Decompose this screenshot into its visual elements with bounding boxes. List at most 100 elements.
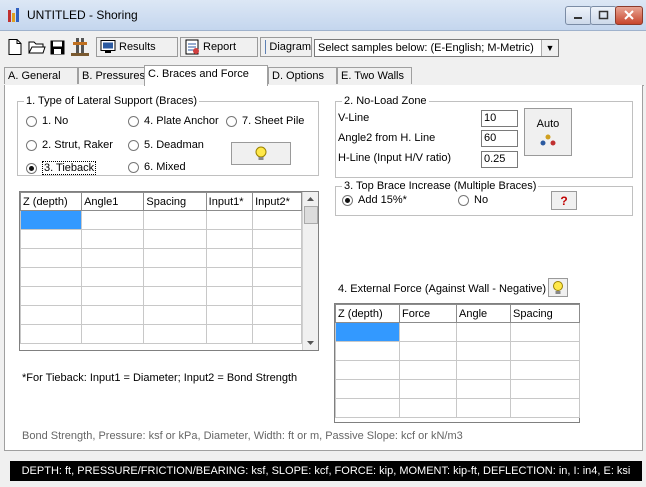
- table-cell[interactable]: [335, 398, 400, 418]
- report-button[interactable]: Report: [180, 37, 258, 57]
- table-cell[interactable]: [81, 229, 145, 249]
- auto-button[interactable]: Auto: [524, 108, 572, 156]
- diagram-button[interactable]: Diagram: [260, 37, 312, 57]
- table-cell[interactable]: [19, 324, 83, 344]
- open-folder-button[interactable]: [28, 37, 48, 57]
- table-cell[interactable]: [456, 398, 511, 418]
- table-cell[interactable]: [205, 210, 254, 230]
- table-cell[interactable]: [252, 324, 302, 344]
- radio-tieback[interactable]: 3. Tieback: [26, 161, 97, 175]
- table-cell[interactable]: [510, 379, 580, 399]
- radio-indicator: [26, 115, 37, 127]
- external-force-table[interactable]: Z (depth) Force Angle Spacing: [334, 303, 580, 423]
- no-load-zone-legend: 2. No-Load Zone: [342, 95, 429, 107]
- table-cell[interactable]: [143, 286, 207, 306]
- table-cell[interactable]: [143, 305, 207, 325]
- samples-dropdown[interactable]: Select samples below: (E-English; M-Metr…: [314, 39, 559, 57]
- table-cell[interactable]: [19, 267, 83, 287]
- table-cell[interactable]: [205, 286, 254, 306]
- radio-no-support[interactable]: 1. No: [26, 115, 68, 127]
- table-cell[interactable]: [456, 322, 511, 342]
- table-cell[interactable]: [19, 305, 83, 325]
- table-cell[interactable]: [143, 324, 207, 344]
- table-cell[interactable]: [335, 360, 400, 380]
- support-hint-button[interactable]: [231, 142, 291, 165]
- table-cell[interactable]: [510, 322, 580, 342]
- table-cell[interactable]: [81, 286, 145, 306]
- table-cell[interactable]: [205, 305, 254, 325]
- braces-table-scrollbar[interactable]: [302, 192, 318, 350]
- table-cell[interactable]: [456, 341, 511, 361]
- table-cell[interactable]: [252, 248, 302, 268]
- radio-add-15-percent[interactable]: Add 15%*: [342, 194, 407, 206]
- table-cell[interactable]: [143, 210, 207, 230]
- maximize-button[interactable]: [590, 6, 617, 25]
- table-cell[interactable]: [205, 267, 254, 287]
- table-cell[interactable]: [19, 248, 83, 268]
- table-cell[interactable]: [143, 248, 207, 268]
- radio-sheet-pile[interactable]: 7. Sheet Pile: [226, 115, 304, 127]
- table-cell[interactable]: [399, 379, 457, 399]
- table-cell[interactable]: [335, 379, 400, 399]
- table-cell[interactable]: [81, 324, 145, 344]
- table-cell[interactable]: [81, 210, 145, 230]
- table-cell[interactable]: [19, 229, 83, 249]
- results-button[interactable]: Results: [96, 37, 178, 57]
- table-cell[interactable]: [205, 248, 254, 268]
- table-cell-selected[interactable]: [19, 210, 83, 230]
- minimize-button[interactable]: [565, 6, 592, 25]
- help-button[interactable]: ?: [551, 191, 577, 210]
- table-cell-selected[interactable]: [335, 322, 400, 342]
- table-cell[interactable]: [143, 229, 207, 249]
- table-cell[interactable]: [335, 341, 400, 361]
- external-force-hint-button[interactable]: [548, 278, 568, 297]
- radio-plate-anchor[interactable]: 4. Plate Anchor: [128, 115, 219, 127]
- table-cell[interactable]: [143, 267, 207, 287]
- table-cell[interactable]: [81, 267, 145, 287]
- table-cell[interactable]: [205, 229, 254, 249]
- radio-mixed[interactable]: 6. Mixed: [128, 161, 186, 173]
- table-cell[interactable]: [19, 286, 83, 306]
- table-cell[interactable]: [252, 229, 302, 249]
- lightbulb-icon: [255, 146, 267, 160]
- tab-pressures[interactable]: B. Pressures: [78, 67, 148, 84]
- table-cell[interactable]: [252, 210, 302, 230]
- table-cell[interactable]: [456, 360, 511, 380]
- table-cell[interactable]: [205, 324, 254, 344]
- close-button[interactable]: [615, 6, 643, 25]
- shoring-wall-button[interactable]: [71, 37, 91, 57]
- table-cell[interactable]: [252, 305, 302, 325]
- table-cell[interactable]: [399, 341, 457, 361]
- table-cell[interactable]: [456, 379, 511, 399]
- save-button[interactable]: [50, 37, 68, 57]
- table-cell[interactable]: [399, 398, 457, 418]
- tab-options[interactable]: D. Options: [268, 67, 337, 84]
- tab-braces-and-force[interactable]: C. Braces and Force: [144, 65, 268, 86]
- radio-indicator: [128, 139, 139, 151]
- radio-strut-raker[interactable]: 2. Strut, Raker: [26, 139, 113, 151]
- shoring-wall-icon: [71, 38, 89, 56]
- hline-input[interactable]: 0.25: [481, 151, 518, 168]
- tab-general[interactable]: A. General: [4, 67, 78, 84]
- radio-deadman[interactable]: 5. Deadman: [128, 139, 204, 151]
- radio-no-increase[interactable]: No: [458, 194, 488, 206]
- braces-table[interactable]: Z (depth) Angle1 Spacing Input1* Input2*: [19, 191, 319, 351]
- angle2-input[interactable]: 60: [481, 130, 518, 147]
- table-cell[interactable]: [510, 341, 580, 361]
- scroll-down-icon[interactable]: [303, 336, 318, 350]
- scroll-up-icon[interactable]: [303, 192, 318, 206]
- table-cell[interactable]: [510, 398, 580, 418]
- table-cell[interactable]: [399, 322, 457, 342]
- new-file-button[interactable]: [8, 37, 26, 57]
- table-cell[interactable]: [510, 360, 580, 380]
- table-cell[interactable]: [81, 305, 145, 325]
- vline-input[interactable]: 10: [481, 110, 518, 127]
- scrollbar-thumb[interactable]: [304, 206, 318, 224]
- table-cell[interactable]: [81, 248, 145, 268]
- table-cell[interactable]: [252, 267, 302, 287]
- table-cell[interactable]: [399, 360, 457, 380]
- tab-two-walls[interactable]: E. Two Walls: [337, 67, 412, 84]
- chevron-down-icon[interactable]: ▼: [541, 40, 558, 56]
- braces-table-header: Z (depth) Angle1 Spacing Input1* Input2*: [19, 192, 302, 211]
- table-cell[interactable]: [252, 286, 302, 306]
